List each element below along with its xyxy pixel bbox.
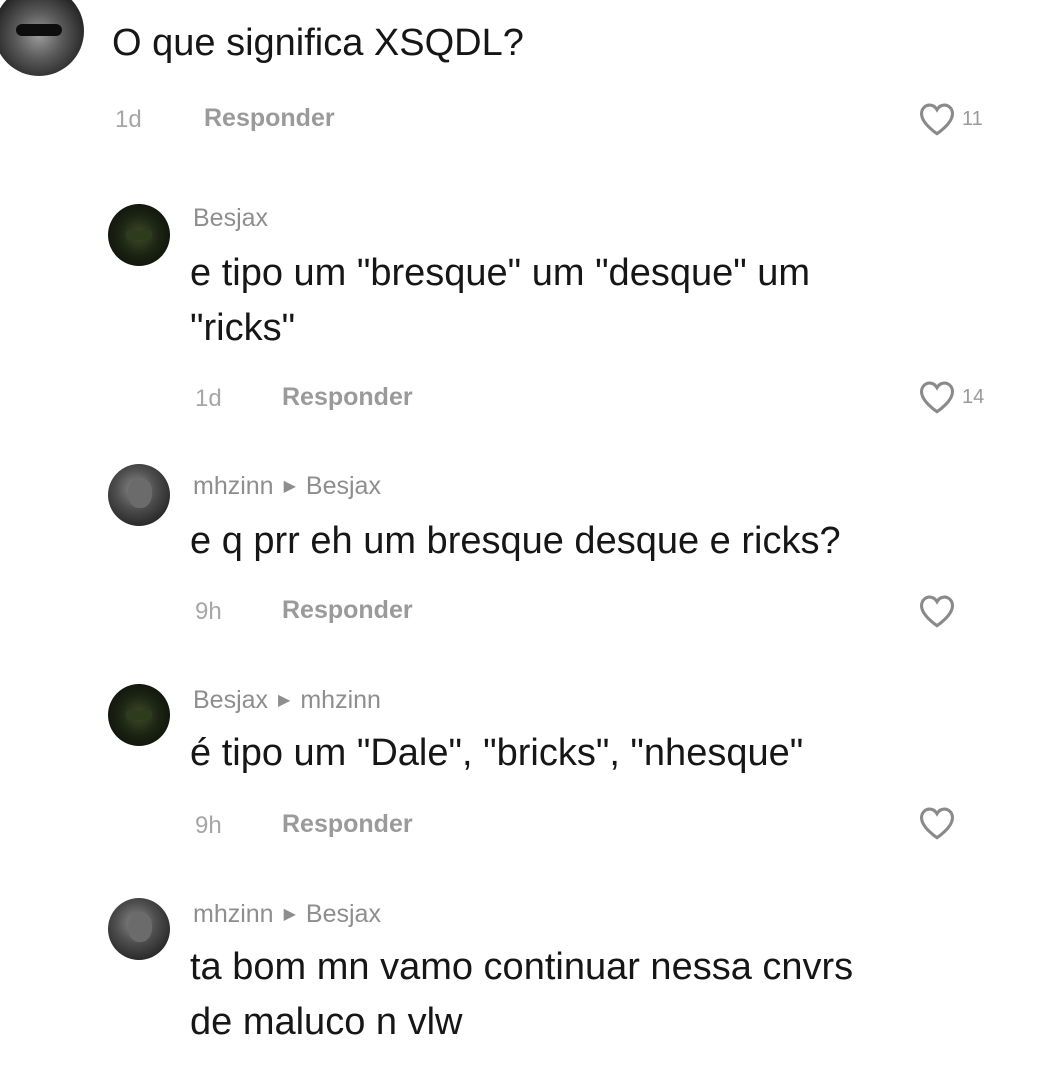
username[interactable]: mhzinn <box>193 472 274 500</box>
reply-button[interactable]: Responder <box>282 810 413 839</box>
reply-button[interactable]: Responder <box>282 383 413 412</box>
comment-username[interactable]: Besjax <box>193 204 268 233</box>
comment-username: mhzinn ▶ Besjax <box>193 472 381 501</box>
reply-button[interactable]: Responder <box>282 596 413 625</box>
comment-time: 1d <box>115 106 142 133</box>
comment-text: ta bom mn vamo continuar nessa cnvrs de … <box>190 946 854 1043</box>
avatar[interactable] <box>108 684 170 746</box>
comment-username: Besjax ▶ mhzinn <box>193 686 381 715</box>
comment-text: é tipo um "Dale", "bricks", "nhesque" <box>190 732 804 774</box>
heart-outline-icon <box>919 381 955 414</box>
triangle-right-icon: ▶ <box>283 906 296 923</box>
like-count: 11 <box>962 107 983 130</box>
avatar-glasses <box>16 24 62 36</box>
heart-outline-icon <box>919 595 955 628</box>
username[interactable]: Besjax <box>193 686 268 714</box>
triangle-right-icon: ▶ <box>278 692 291 709</box>
avatar-face <box>128 912 152 942</box>
comment-text: O que significa XSQDL? <box>112 22 524 64</box>
comment-time: 9h <box>195 812 222 839</box>
comment-time: 1d <box>195 385 222 412</box>
like-button[interactable] <box>918 594 956 628</box>
avatar[interactable] <box>108 898 170 960</box>
like-button[interactable] <box>918 806 956 840</box>
like-count: 14 <box>962 385 985 408</box>
username[interactable]: mhzinn <box>193 900 274 928</box>
avatar-detail <box>126 710 152 720</box>
avatar[interactable] <box>108 464 170 526</box>
like-button[interactable]: 11 <box>918 102 983 136</box>
heart-outline-icon <box>919 103 955 136</box>
avatar[interactable] <box>108 204 170 266</box>
avatar[interactable] <box>0 0 84 76</box>
avatar-detail <box>126 230 152 240</box>
reply-to-username[interactable]: Besjax <box>306 472 381 500</box>
comment-username: mhzinn ▶ Besjax <box>193 900 381 929</box>
triangle-right-icon: ▶ <box>283 478 296 495</box>
heart-outline-icon <box>919 807 955 840</box>
comment-text: e q prr eh um bresque desque e ricks? <box>190 520 841 562</box>
reply-to-username[interactable]: mhzinn <box>300 686 381 714</box>
username[interactable]: Besjax <box>193 204 268 232</box>
reply-to-username[interactable]: Besjax <box>306 900 381 928</box>
like-button[interactable]: 14 <box>918 380 984 414</box>
comment-text: e tipo um "bresque" um "desque" um "rick… <box>190 252 811 349</box>
avatar-face <box>128 478 152 508</box>
reply-button[interactable]: Responder <box>204 104 335 133</box>
comment-time: 9h <box>195 598 222 625</box>
